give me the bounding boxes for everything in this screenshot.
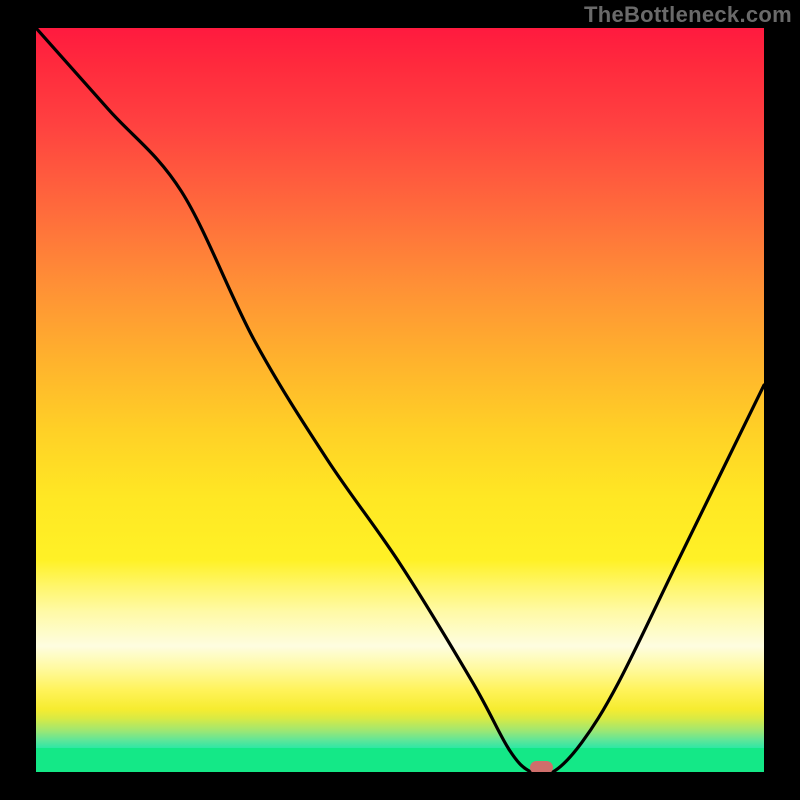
plot-area (36, 28, 764, 772)
minimum-marker (530, 761, 553, 772)
curve-path (36, 28, 764, 772)
chart-frame: TheBottleneck.com (0, 0, 800, 800)
watermark-label: TheBottleneck.com (584, 2, 792, 28)
bottleneck-curve (36, 28, 764, 772)
